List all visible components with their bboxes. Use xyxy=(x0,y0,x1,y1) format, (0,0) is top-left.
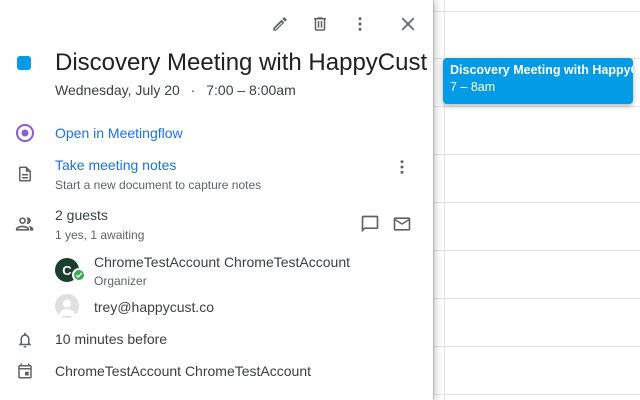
datetime-separator: · xyxy=(190,82,196,98)
more-vert-icon xyxy=(358,17,362,31)
reminder-text: 10 minutes before xyxy=(55,331,168,347)
hour-line xyxy=(434,394,640,395)
hour-line xyxy=(434,202,640,203)
event-details-panel: Discovery Meeting with HappyCust Wednesd… xyxy=(0,0,433,400)
take-meeting-notes-link[interactable]: Take meeting notes xyxy=(55,157,176,173)
hour-line xyxy=(434,11,640,12)
hour-line xyxy=(434,154,640,155)
edit-event-button[interactable] xyxy=(268,12,292,36)
event-date: Wednesday, July 20 xyxy=(55,82,180,98)
event-datetime: Wednesday, July 20 · 7:00 – 8:00am xyxy=(55,82,296,98)
people-icon xyxy=(14,213,36,235)
notes-description: Start a new document to capture notes xyxy=(55,178,262,192)
chat-guests-button[interactable] xyxy=(358,212,382,236)
guest-name[interactable]: ChromeTestAccount ChromeTestAccount xyxy=(94,254,350,270)
calendar-owner: ChromeTestAccount ChromeTestAccount xyxy=(55,363,311,379)
mail-icon xyxy=(393,217,411,231)
close-button[interactable] xyxy=(396,12,420,36)
delete-event-button[interactable] xyxy=(308,12,332,36)
event-chip-time: 7 – 8am xyxy=(450,80,496,94)
hour-line xyxy=(434,298,640,299)
more-options-button[interactable] xyxy=(348,12,372,36)
guest-count: 2 guests xyxy=(55,207,108,223)
hour-line xyxy=(434,106,640,107)
calendar-event-chip[interactable]: Discovery Meeting with HappyCust 7 – 8am xyxy=(443,58,633,104)
hour-line xyxy=(434,346,640,347)
notes-more-button[interactable] xyxy=(390,155,414,179)
more-vert-icon xyxy=(400,160,404,174)
document-icon xyxy=(14,163,36,185)
trash-icon xyxy=(314,17,326,31)
meetingflow-icon xyxy=(14,122,36,144)
close-icon xyxy=(401,17,415,31)
guest-email[interactable]: trey@happycust.co xyxy=(94,299,214,315)
chat-icon xyxy=(361,215,379,233)
accepted-check-icon xyxy=(72,268,86,282)
event-color-square xyxy=(17,56,31,70)
guest-role: Organizer xyxy=(94,274,147,288)
person-icon xyxy=(59,299,75,316)
event-time: 7:00 – 8:00am xyxy=(206,82,296,98)
event-chip-title: Discovery Meeting with HappyCust xyxy=(450,63,633,77)
open-in-meetingflow-link[interactable]: Open in Meetingflow xyxy=(55,125,183,141)
event-title: Discovery Meeting with HappyCust xyxy=(55,49,428,76)
rsvp-summary: 1 yes, 1 awaiting xyxy=(55,228,145,242)
email-guests-button[interactable] xyxy=(390,212,414,236)
hour-line xyxy=(434,250,640,251)
avatar xyxy=(55,294,79,318)
calendar-icon xyxy=(14,360,36,382)
pencil-icon xyxy=(273,17,287,31)
bell-icon xyxy=(14,329,36,351)
